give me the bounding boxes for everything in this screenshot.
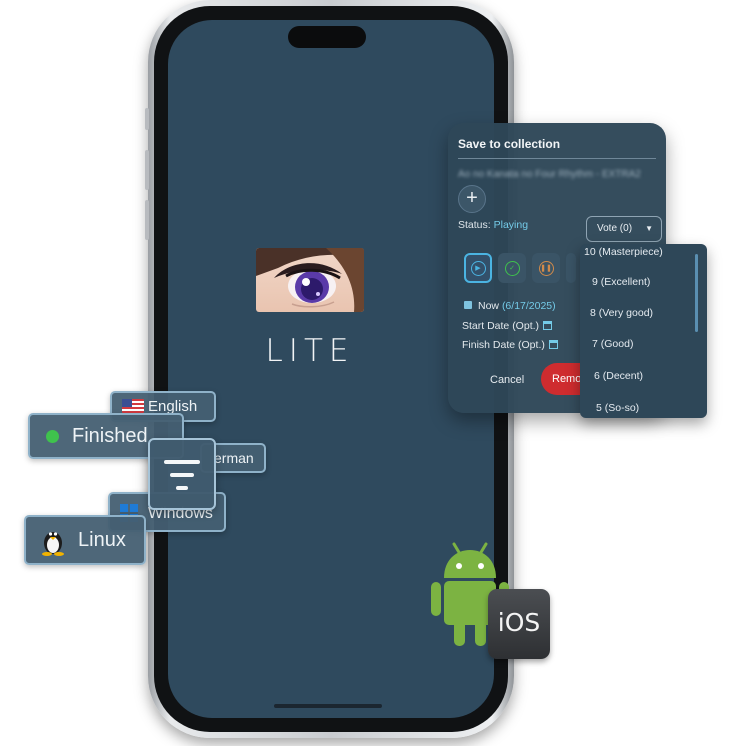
linux-label: Linux [78,529,126,551]
now-date: (6/17/2025) [501,300,556,312]
us-flag-icon [122,399,144,413]
status-label: Status: [458,219,491,231]
ios-badge: iOS [488,589,550,659]
finish-date-label: Finish Date (Opt.) [462,339,545,351]
action-button [145,108,149,130]
status-line: Status: Playing [458,219,528,231]
vote-dropdown-list: 10 (Masterpiece) 9 (Excellent) 8 (Very g… [580,244,707,418]
filter-button[interactable] [148,438,216,510]
status-playing-button[interactable]: ▶ [464,253,492,283]
status-completed-button[interactable]: ✓ [498,253,526,283]
dropdown-scrollbar[interactable] [695,254,698,332]
linux-tux-icon [42,532,64,556]
german-label: erman [214,450,254,466]
checkbox-icon [464,301,472,309]
dialog-item-title: Ao no Kanata no Four Rhythm - EXTRA2 [458,169,641,180]
app-logo-image [256,248,364,312]
add-collection-button[interactable]: + [458,185,486,213]
status-value: Playing [493,219,529,231]
status-dropped-button[interactable] [566,253,576,283]
calendar-icon [548,340,558,349]
vote-option-6[interactable]: 6 (Decent) [594,370,643,382]
filter-icon-line-2 [170,473,194,477]
vote-option-9[interactable]: 9 (Excellent) [592,276,650,288]
cancel-button[interactable]: Cancel [490,374,524,386]
now-label: Now [478,300,500,312]
volume-up-button [145,150,149,190]
pause-icon: ❚❚ [538,260,554,276]
dynamic-island [288,26,366,48]
vote-select-label: Vote (0) [597,223,633,234]
finish-date-field[interactable]: Finish Date (Opt.) [462,339,558,351]
now-date-checkbox[interactable]: Now (6/17/2025) [464,300,556,312]
finished-label: Finished [72,425,148,447]
check-icon: ✓ [504,260,520,276]
vote-option-5[interactable]: 5 (So-so) [596,402,639,414]
start-date-field[interactable]: Start Date (Opt.) [462,320,553,332]
calendar-icon [543,321,553,330]
home-indicator [274,704,382,708]
filter-icon [164,460,200,464]
green-dot-icon [46,430,59,443]
vote-option-7[interactable]: 7 (Good) [592,338,633,350]
volume-down-button [145,200,149,240]
vote-option-8[interactable]: 8 (Very good) [590,307,653,319]
vote-select[interactable]: Vote (0) ▼ [586,216,662,242]
dialog-title: Save to collection [458,137,561,151]
caret-down-icon: ▼ [645,224,653,233]
start-date-label: Start Date (Opt.) [462,320,540,332]
dialog-divider [458,158,656,159]
platform-chip-linux[interactable]: Linux [24,515,146,565]
vote-option-10[interactable]: 10 (Masterpiece) [584,246,663,258]
app-logo-title: LITE [265,333,355,369]
status-paused-button[interactable]: ❚❚ [532,253,560,283]
filter-icon-line-3 [176,486,188,490]
play-icon: ▶ [470,260,486,276]
